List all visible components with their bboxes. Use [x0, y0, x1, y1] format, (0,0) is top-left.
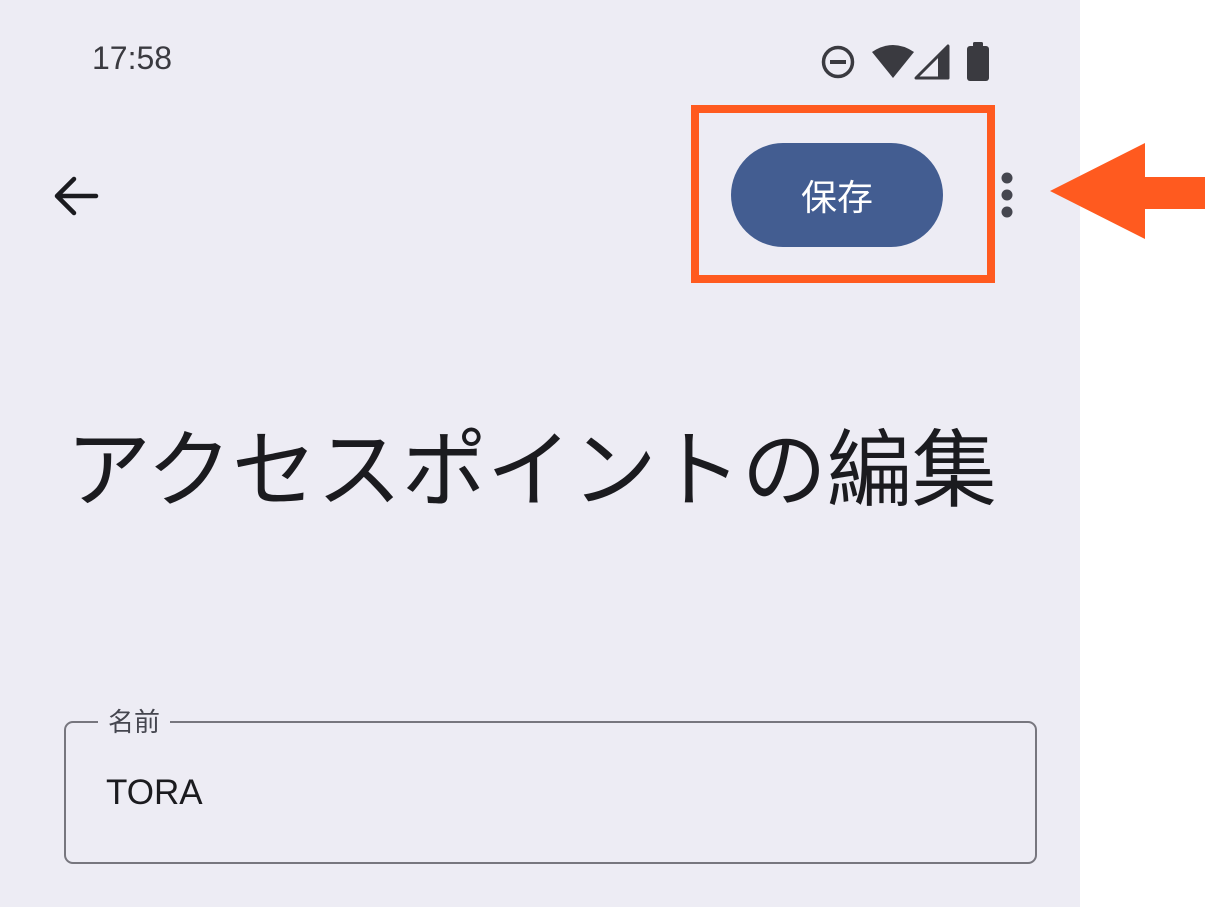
battery-icon: [966, 42, 990, 86]
name-input[interactable]: [106, 767, 986, 819]
name-field-label: 名前: [98, 702, 171, 739]
more-options-button[interactable]: [992, 168, 1022, 224]
arrow-back-icon: [54, 176, 99, 216]
status-icons: [818, 40, 998, 84]
save-button[interactable]: 保存: [731, 143, 943, 247]
do-not-disturb-icon: [820, 44, 856, 84]
status-time: 17:58: [92, 40, 173, 76]
wifi-icon: [872, 44, 914, 84]
pointer-arrow-icon: [1048, 141, 1205, 241]
more-vert-icon: [1001, 172, 1013, 218]
page-title: アクセスポイントの編集: [66, 422, 997, 521]
phone-screen: 17:58 保存 アクセスポイントの編集 名前 TORA: [0, 0, 1080, 907]
back-button[interactable]: [50, 172, 100, 220]
cell-signal-icon: [914, 44, 950, 84]
name-field[interactable]: 名前: [64, 702, 1037, 864]
